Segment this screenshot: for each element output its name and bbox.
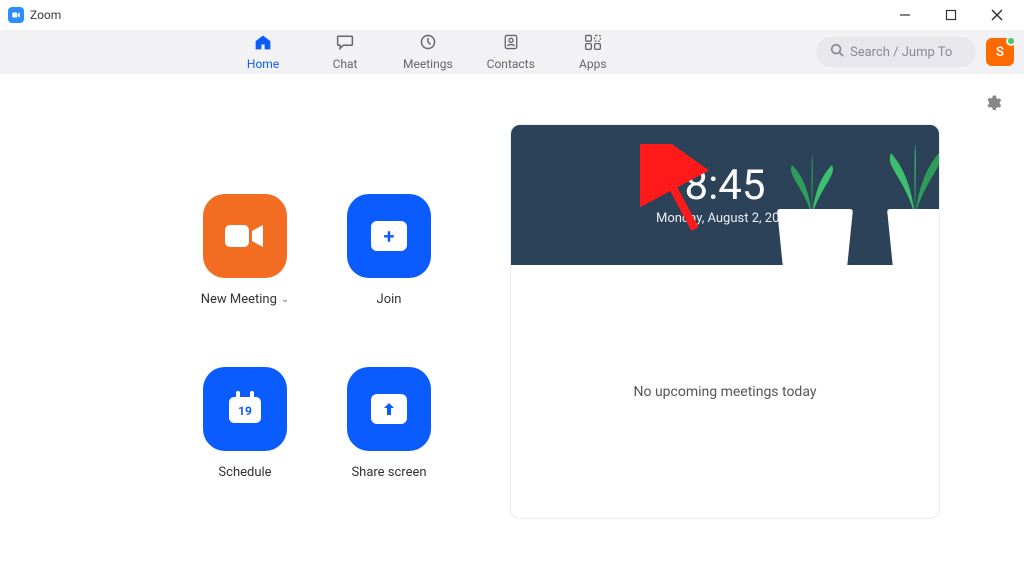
svg-text:19: 19 <box>238 404 252 418</box>
gear-icon <box>984 97 1002 116</box>
card-hero: 8:45 Monday, August 2, 2021 <box>511 125 939 265</box>
calendar-icon: 19 <box>203 367 287 451</box>
chat-bubble-icon <box>335 33 355 55</box>
search-placeholder: Search / Jump To <box>850 45 952 60</box>
window-minimize[interactable] <box>882 0 928 30</box>
presence-indicator <box>1006 36 1016 46</box>
new-meeting-button[interactable]: New Meeting ⌄ <box>175 194 315 307</box>
plus-icon: + <box>347 194 431 278</box>
clock-icon <box>418 33 438 55</box>
clock-time: 8:45 <box>685 165 766 207</box>
plant-decoration <box>885 145 939 215</box>
avatar-initial: S <box>996 45 1004 60</box>
main-nav: Home Chat Meetings Contacts Apps <box>239 30 617 74</box>
tab-home[interactable]: Home <box>239 30 287 74</box>
tab-chat[interactable]: Chat <box>321 30 369 74</box>
search-icon <box>830 43 844 61</box>
schedule-button[interactable]: 19 Schedule <box>175 367 315 480</box>
empty-state-text: No upcoming meetings today <box>634 384 817 400</box>
video-icon <box>203 194 287 278</box>
tab-label: Apps <box>579 57 607 71</box>
app-icon <box>8 7 24 23</box>
chevron-down-icon: ⌄ <box>281 294 289 305</box>
action-label: New Meeting <box>201 292 277 307</box>
search-input[interactable]: Search / Jump To <box>816 37 976 67</box>
tab-label: Home <box>247 57 279 71</box>
window-maximize[interactable] <box>928 0 974 30</box>
tab-label: Meetings <box>403 57 453 71</box>
title-bar: Zoom <box>0 0 1024 30</box>
share-icon <box>347 367 431 451</box>
tab-apps[interactable]: Apps <box>569 30 617 74</box>
tab-label: Contacts <box>487 57 535 71</box>
join-button[interactable]: + Join <box>319 194 459 307</box>
action-label: Share screen <box>351 465 426 480</box>
action-label: Join <box>377 292 402 307</box>
contacts-icon <box>501 33 521 55</box>
clock-date: Monday, August 2, 2021 <box>656 211 794 226</box>
tab-meetings[interactable]: Meetings <box>403 30 453 74</box>
toolbar: Home Chat Meetings Contacts Apps Search … <box>0 30 1024 74</box>
upcoming-card: 8:45 Monday, August 2, 2021 No upcoming … <box>510 124 940 519</box>
action-grid: New Meeting ⌄ + Join 19 Schedule <box>175 194 459 480</box>
card-body: No upcoming meetings today <box>511 265 939 518</box>
avatar[interactable]: S <box>986 38 1014 66</box>
action-label: Schedule <box>218 465 271 480</box>
pot-decoration <box>887 209 939 265</box>
window-title: Zoom <box>30 8 61 22</box>
apps-icon <box>583 33 603 55</box>
share-screen-button[interactable]: Share screen <box>319 367 459 480</box>
main: New Meeting ⌄ + Join 19 Schedule <box>0 74 1024 580</box>
plant-decoration <box>787 155 837 215</box>
settings-button[interactable] <box>984 94 1002 112</box>
tab-label: Chat <box>333 57 358 71</box>
pot-decoration <box>777 209 853 265</box>
tab-contacts[interactable]: Contacts <box>487 30 535 74</box>
home-icon <box>253 33 273 55</box>
window-close[interactable] <box>974 0 1020 30</box>
